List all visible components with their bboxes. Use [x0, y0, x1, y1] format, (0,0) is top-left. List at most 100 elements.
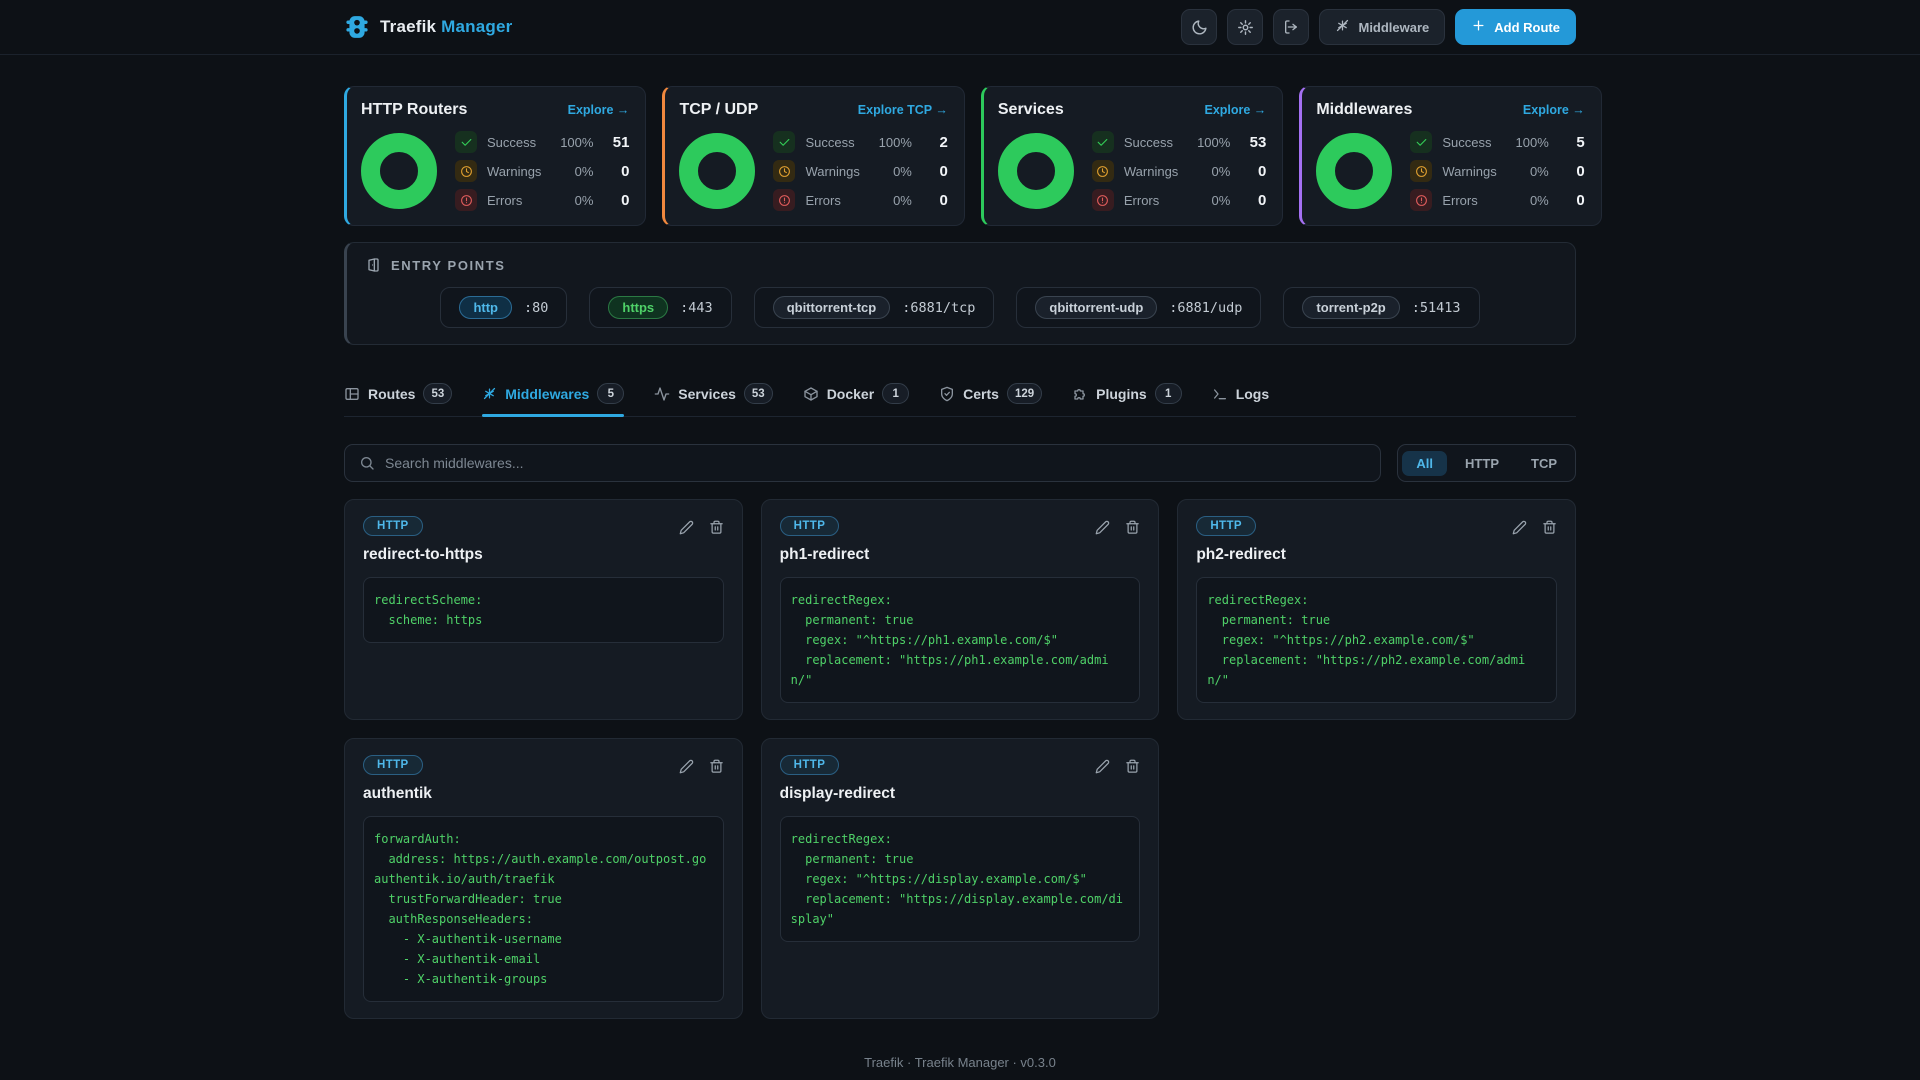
alert-icon: [460, 194, 473, 207]
settings-button[interactable]: [1227, 9, 1263, 45]
entry-point-name-badge: qbittorrent-tcp: [773, 296, 891, 319]
add-route-button[interactable]: Add Route: [1455, 9, 1576, 45]
tab-count-badge: 129: [1007, 383, 1042, 404]
stat-percent: 0%: [1188, 164, 1230, 179]
pencil-icon: [679, 759, 694, 774]
stat-count: 0: [1559, 192, 1585, 209]
search-input[interactable]: [385, 455, 1366, 471]
entry-point-port: :51413: [1412, 300, 1461, 316]
tab-count-badge: 53: [744, 383, 773, 404]
tab-services[interactable]: Services53: [654, 383, 772, 416]
explore-link[interactable]: Explore →: [1523, 103, 1585, 117]
trash-icon: [1542, 520, 1557, 535]
stat-percent: 0%: [870, 193, 912, 208]
stat-row-warning: Warnings 0% 0: [455, 160, 629, 182]
alert-icon: [778, 194, 791, 207]
middleware-card-header: HTTP: [1196, 516, 1557, 536]
stat-count: 5: [1559, 134, 1585, 151]
middleware-card-ph2-redirect: HTTP ph2-redirect redirectRegex: permane…: [1177, 499, 1576, 720]
shield-icon: [939, 386, 955, 402]
middleware-card-header: HTTP: [780, 516, 1141, 536]
logout-button[interactable]: [1273, 9, 1309, 45]
edit-button[interactable]: [679, 759, 694, 774]
protocol-badge: HTTP: [363, 516, 423, 536]
middleware-grid: HTTP redirect-to-https redirectScheme: s…: [344, 499, 1576, 1019]
protocol-badge: HTTP: [780, 516, 840, 536]
explore-link[interactable]: Explore TCP →: [858, 103, 948, 117]
stat-card-tcp-udp: TCP / UDP Explore TCP → Success 100% 2 W…: [662, 86, 964, 226]
middleware-yaml-code: redirectScheme: scheme: https: [363, 577, 724, 643]
entry-point-http[interactable]: http :80: [440, 287, 567, 328]
stat-count: 51: [603, 134, 629, 151]
delete-button[interactable]: [1125, 759, 1140, 774]
add-route-button-label: Add Route: [1494, 20, 1560, 35]
filter-tcp[interactable]: TCP: [1517, 451, 1571, 476]
card-actions: [1512, 516, 1557, 535]
moon-icon: [1191, 19, 1208, 36]
alert-icon-badge: [1092, 189, 1114, 211]
tab-logs[interactable]: Logs: [1212, 383, 1269, 416]
delete-button[interactable]: [1125, 520, 1140, 535]
tab-bar: Routes53 Middlewares5 Services53 Docker1…: [344, 383, 1576, 417]
stat-card-title: TCP / UDP: [679, 101, 758, 119]
explore-link[interactable]: Explore →: [568, 103, 630, 117]
protocol-badge: HTTP: [363, 755, 423, 775]
tab-docker[interactable]: Docker1: [803, 383, 909, 416]
delete-button[interactable]: [709, 759, 724, 774]
check-icon: [1415, 136, 1428, 149]
entry-point-torrent-p2p[interactable]: torrent-p2p :51413: [1283, 287, 1479, 328]
tab-plugins[interactable]: Plugins1: [1072, 383, 1182, 416]
middleware-icon: [1335, 18, 1350, 33]
entry-point-qbittorrent-udp[interactable]: qbittorrent-udp :6881/udp: [1016, 287, 1261, 328]
middleware-yaml-code: forwardAuth: address: https://auth.examp…: [363, 816, 724, 1002]
theme-toggle-button[interactable]: [1181, 9, 1217, 45]
middleware-icon: [482, 386, 497, 401]
delete-button[interactable]: [709, 520, 724, 535]
tab-label: Docker: [827, 386, 874, 402]
tab-middlewares[interactable]: Middlewares5: [482, 383, 624, 416]
stat-card-body: Success 100% 51 Warnings 0% 0 Errors 0% …: [361, 131, 629, 211]
tab-label: Certs: [963, 386, 999, 402]
card-actions: [1095, 516, 1140, 535]
header-actions: Middleware Add Route: [1181, 9, 1576, 45]
tab-label: Middlewares: [505, 386, 589, 402]
edit-button[interactable]: [1512, 520, 1527, 535]
entry-points-panel: ENTRY POINTS http :80https :443qbittorre…: [344, 242, 1576, 345]
shield-icon: [939, 386, 955, 402]
activity-icon: [654, 386, 670, 402]
terminal-icon: [1212, 386, 1228, 402]
puzzle-icon: [1072, 386, 1088, 402]
edit-button[interactable]: [1095, 759, 1110, 774]
entry-point-name-badge: https: [608, 296, 668, 319]
stat-label: Errors: [805, 193, 859, 208]
stat-row-warning: Warnings 0% 0: [773, 160, 947, 182]
logout-icon: [1283, 19, 1299, 35]
stat-label: Errors: [1124, 193, 1178, 208]
entry-point-qbittorrent-tcp[interactable]: qbittorrent-tcp :6881/tcp: [754, 287, 995, 328]
delete-button[interactable]: [1542, 520, 1557, 535]
clock-icon: [1096, 165, 1109, 178]
explore-link[interactable]: Explore →: [1204, 103, 1266, 117]
filter-http[interactable]: HTTP: [1451, 451, 1513, 476]
edit-button[interactable]: [1095, 520, 1110, 535]
search-icon: [359, 455, 375, 471]
alert-icon-badge: [773, 189, 795, 211]
check-icon: [1096, 136, 1109, 149]
tab-certs[interactable]: Certs 129: [939, 383, 1042, 416]
search-box: [344, 444, 1381, 482]
stat-count: 0: [603, 163, 629, 180]
stat-row-error: Errors 0% 0: [1092, 189, 1266, 211]
entry-point-port: :6881/tcp: [902, 300, 975, 316]
plus-icon: [1471, 18, 1486, 33]
stat-percent: 0%: [870, 164, 912, 179]
success-donut-chart: [998, 133, 1074, 209]
middleware-button[interactable]: Middleware: [1319, 9, 1445, 45]
stat-card-header: TCP / UDP Explore TCP →: [679, 101, 947, 119]
pencil-icon: [1095, 759, 1110, 774]
edit-button[interactable]: [679, 520, 694, 535]
clock-icon: [1415, 165, 1428, 178]
stat-row-success: Success 100% 51: [455, 131, 629, 153]
entry-point-https[interactable]: https :443: [589, 287, 731, 328]
filter-all[interactable]: All: [1402, 451, 1447, 476]
tab-routes[interactable]: Routes53: [344, 383, 452, 416]
